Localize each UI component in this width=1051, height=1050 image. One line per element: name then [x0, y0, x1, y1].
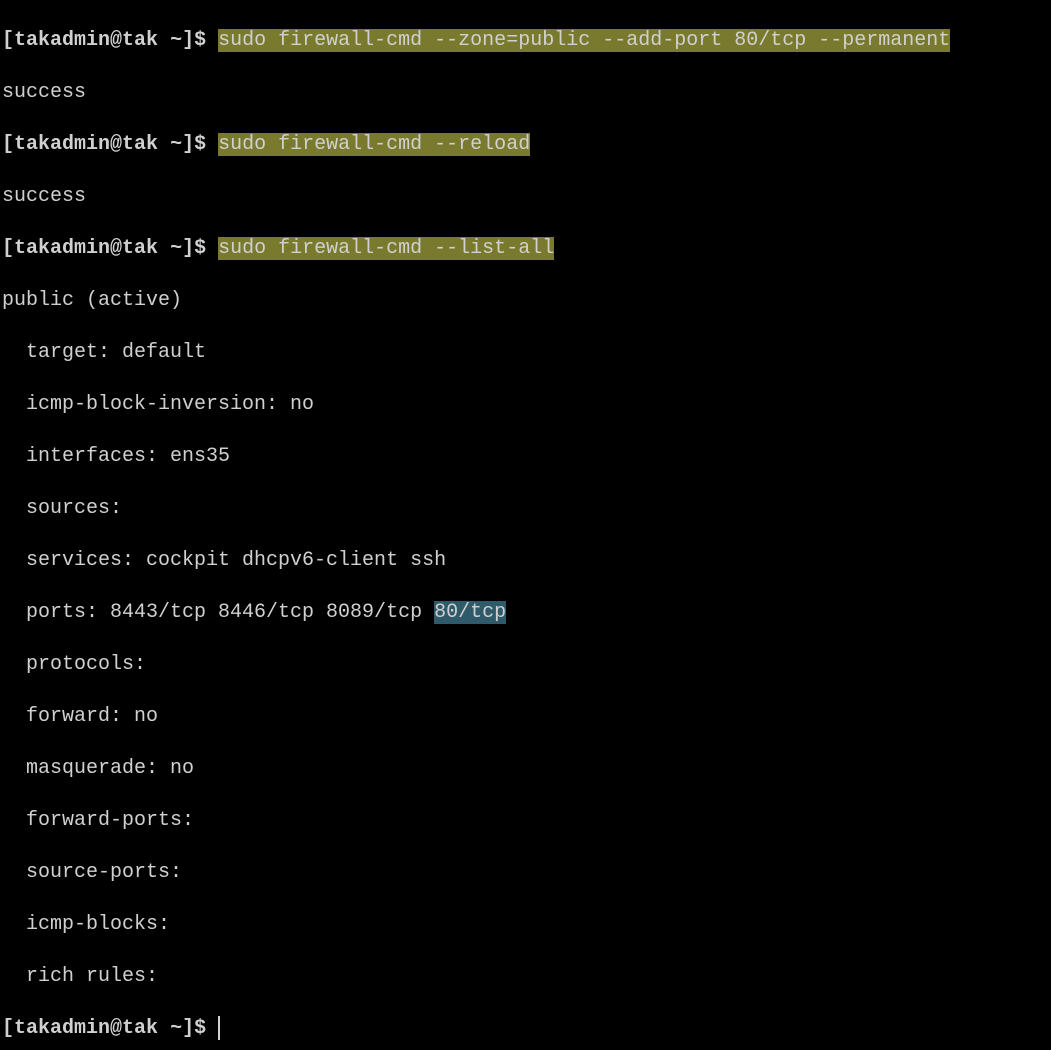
command-line-3: [takadmin@tak ~]$ sudo firewall-cmd --li… — [2, 236, 1049, 262]
output-masquerade: masquerade: no — [2, 756, 1049, 782]
prompt-bracket: [ — [2, 1017, 14, 1040]
prompt-host: tak — [122, 1017, 158, 1040]
space — [206, 1017, 218, 1040]
prompt-bracket-close: ] — [182, 1017, 194, 1040]
prompt-path: ~ — [170, 1017, 182, 1040]
output-services: services: cockpit dhcpv6-client ssh — [2, 548, 1049, 574]
prompt-host: tak — [122, 29, 158, 52]
prompt-user: takadmin — [14, 237, 110, 260]
prompt-symbol: $ — [194, 133, 206, 156]
output-target: target: default — [2, 340, 1049, 366]
output-listall-header: public (active) — [2, 288, 1049, 314]
output-rich-rules: rich rules: — [2, 964, 1049, 990]
space — [206, 237, 218, 260]
command-line-2: [takadmin@tak ~]$ sudo firewall-cmd --re… — [2, 132, 1049, 158]
command-1: sudo firewall-cmd --zone=public --add-po… — [218, 29, 950, 52]
prompt-bracket: [ — [2, 237, 14, 260]
output-forward: forward: no — [2, 704, 1049, 730]
output-icmp-block-inversion: icmp-block-inversion: no — [2, 392, 1049, 418]
output-ports-prefix: ports: 8443/tcp 8446/tcp 8089/tcp — [2, 601, 434, 624]
prompt-space — [158, 29, 170, 52]
prompt-bracket-close: ] — [182, 29, 194, 52]
prompt-user: takadmin — [14, 133, 110, 156]
command-line-4[interactable]: [takadmin@tak ~]$ — [2, 1016, 1049, 1042]
output-forward-ports: forward-ports: — [2, 808, 1049, 834]
prompt-space — [158, 237, 170, 260]
prompt-at: @ — [110, 29, 122, 52]
output-success-1: success — [2, 80, 1049, 106]
output-source-ports: source-ports: — [2, 860, 1049, 886]
prompt-host: tak — [122, 237, 158, 260]
space — [206, 133, 218, 156]
prompt-bracket: [ — [2, 29, 14, 52]
prompt-symbol: $ — [194, 1017, 206, 1040]
output-success-2: success — [2, 184, 1049, 210]
prompt-at: @ — [110, 133, 122, 156]
output-protocols: protocols: — [2, 652, 1049, 678]
output-sources: sources: — [2, 496, 1049, 522]
prompt-path: ~ — [170, 133, 182, 156]
command-2: sudo firewall-cmd --reload — [218, 133, 530, 156]
prompt-space — [158, 133, 170, 156]
prompt-bracket-close: ] — [182, 237, 194, 260]
prompt-at: @ — [110, 237, 122, 260]
prompt-symbol: $ — [194, 29, 206, 52]
prompt-host: tak — [122, 133, 158, 156]
prompt-path: ~ — [170, 237, 182, 260]
cursor — [218, 1016, 220, 1040]
prompt-user: takadmin — [14, 29, 110, 52]
prompt-bracket-close: ] — [182, 133, 194, 156]
output-interfaces: interfaces: ens35 — [2, 444, 1049, 470]
prompt-user: takadmin — [14, 1017, 110, 1040]
output-icmp-blocks: icmp-blocks: — [2, 912, 1049, 938]
command-3: sudo firewall-cmd --list-all — [218, 237, 554, 260]
output-port-highlighted: 80/tcp — [434, 601, 506, 624]
prompt-at: @ — [110, 1017, 122, 1040]
output-ports-line: ports: 8443/tcp 8446/tcp 8089/tcp 80/tcp — [2, 600, 1049, 626]
space — [206, 29, 218, 52]
command-line-1: [takadmin@tak ~]$ sudo firewall-cmd --zo… — [2, 28, 1049, 54]
prompt-space — [158, 1017, 170, 1040]
prompt-bracket: [ — [2, 133, 14, 156]
prompt-symbol: $ — [194, 237, 206, 260]
terminal-window[interactable]: [takadmin@tak ~]$ sudo firewall-cmd --zo… — [2, 2, 1049, 1050]
prompt-path: ~ — [170, 29, 182, 52]
